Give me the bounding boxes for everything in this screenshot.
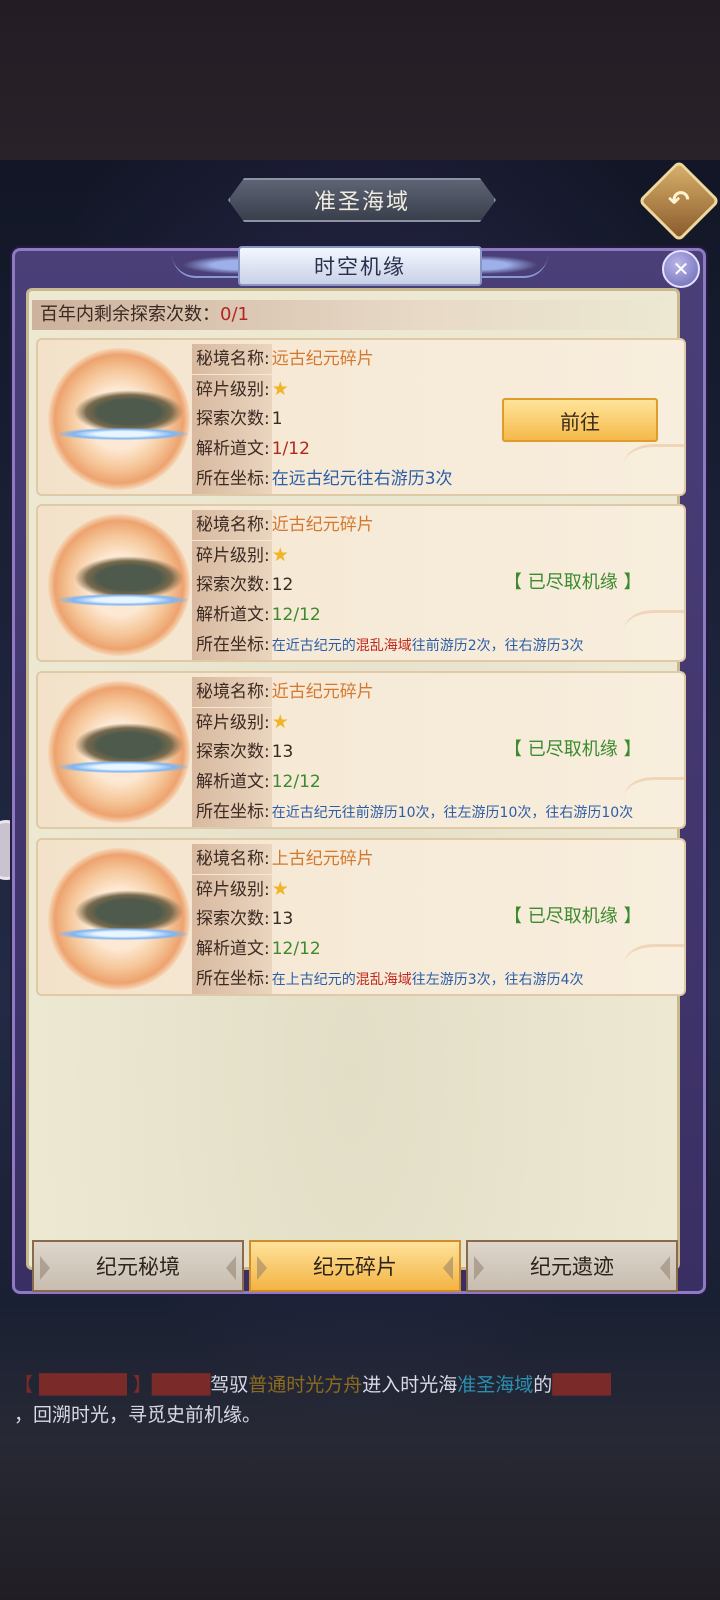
scene-title: 准圣海域 — [228, 178, 496, 222]
realm-name-label: 秘境名称: — [192, 344, 272, 374]
message-text: 驾驭 — [210, 1374, 249, 1396]
explore-count: 13 — [271, 742, 294, 762]
decode-progress: 12/12 — [271, 605, 321, 625]
decode-label: 解析道文: — [192, 934, 272, 964]
star-icon: ★ — [271, 878, 289, 900]
message-prefix: 【 ██████ 】████ — [14, 1374, 211, 1396]
exhausted-status: 【 已尽取机缘 】 — [504, 739, 642, 760]
coordinate-label: 所在坐标: — [192, 797, 272, 827]
message-text: ，回溯时光，寻觅史前机缘。 — [14, 1404, 262, 1426]
glow-icon — [58, 594, 188, 606]
coordinate-highlight: 混乱海域 — [355, 972, 412, 988]
exhausted-status: 【 已尽取机缘 】 — [504, 572, 642, 593]
explore-count-label: 探索次数: — [192, 570, 272, 600]
dialog-title: 时空机缘 — [238, 246, 482, 286]
explore-count: 13 — [271, 909, 294, 929]
fragment-level-label: 碎片级别: — [192, 375, 272, 405]
fragment-card: 秘境名称: 近古纪元碎片 碎片级别: ★ 探索次数: 12 解析道文: 12/12 所在… — [36, 504, 686, 662]
go-button[interactable]: 前往 — [502, 398, 658, 442]
star-icon: ★ — [271, 544, 289, 566]
coordinate-part: 往左游历3次，往右游历4次 — [411, 972, 584, 988]
star-icon: ★ — [271, 378, 289, 400]
decode-label: 解析道文: — [192, 434, 272, 464]
decode-progress: 12/12 — [271, 939, 321, 959]
decode-label: 解析道文: — [192, 767, 272, 797]
message-text: 进入时光海 — [362, 1374, 458, 1396]
decode-progress: 12/12 — [271, 772, 321, 792]
explore-count-label: 探索次数: — [192, 904, 272, 934]
coordinate-label: 所在坐标: — [192, 464, 272, 494]
coordinate-part: 在上古纪元的 — [271, 972, 356, 988]
system-message: 【 ██████ 】████驾驭普通时光方舟进入时光海准圣海域的████ ，回溯… — [14, 1370, 714, 1430]
back-arrow-icon: ↶ — [668, 185, 690, 216]
exhausted-status: 【 已尽取机缘 】 — [504, 906, 642, 927]
fragment-card: 秘境名称: 近古纪元碎片 碎片级别: ★ 探索次数: 13 解析道文: 12/12 所在… — [36, 671, 686, 829]
fragment-level-label: 碎片级别: — [192, 875, 272, 905]
realm-name: 近古纪元碎片 — [271, 515, 374, 535]
close-button[interactable]: ✕ — [662, 250, 700, 288]
scene-title-text: 准圣海域 — [313, 190, 410, 215]
fragment-card: 秘境名称: 远古纪元碎片 碎片级别: ★ 探索次数: 1 解析道文: 1/12 所在坐标… — [36, 338, 686, 496]
glow-icon — [58, 928, 188, 940]
explore-count-label: 探索次数: — [192, 737, 272, 767]
coordinate-label: 所在坐标: — [192, 964, 272, 994]
message-text: 的 — [533, 1374, 553, 1396]
fragment-level-label: 碎片级别: — [192, 541, 272, 571]
message-location: 准圣海域 — [457, 1374, 534, 1396]
realm-name: 上古纪元碎片 — [271, 849, 374, 869]
coordinate-part: 在近古纪元的 — [271, 638, 356, 654]
glow-icon — [58, 761, 188, 773]
message-vehicle: 普通时光方舟 — [248, 1374, 363, 1396]
explore-count-label: 探索次数: — [192, 404, 272, 434]
cloud-ornament-left-icon — [172, 254, 242, 278]
fragment-card: 秘境名称: 上古纪元碎片 碎片级别: ★ 探索次数: 13 解析道文: 12/12 所在… — [36, 838, 686, 996]
decode-progress: 1/12 — [271, 439, 310, 459]
star-icon: ★ — [271, 711, 289, 733]
tab-era-fragment[interactable]: 纪元碎片 — [249, 1240, 461, 1292]
coordinate-text: 在近古纪元往前游历10次，往左游历10次，往右游历10次 — [271, 805, 634, 821]
coordinate-text: 在远古纪元往右游历3次 — [271, 469, 453, 489]
realm-name-label: 秘境名称: — [192, 510, 272, 540]
realm-name-label: 秘境名称: — [192, 844, 272, 874]
coordinate-part: 往前游历2次，往右游历3次 — [411, 638, 584, 654]
explore-count: 1 — [271, 409, 283, 429]
message-sublocation: ████ — [552, 1374, 611, 1396]
realm-name-label: 秘境名称: — [192, 677, 272, 707]
coordinate-highlight: 混乱海域 — [355, 638, 412, 654]
remaining-explore-count: 百年内剩余探索次数：0/1 — [32, 300, 672, 330]
realm-name: 远古纪元碎片 — [271, 349, 374, 369]
coordinate-label: 所在坐标: — [192, 630, 272, 660]
glow-icon — [58, 428, 188, 440]
tab-era-realm[interactable]: 纪元秘境 — [32, 1240, 244, 1292]
explore-count: 12 — [271, 575, 294, 595]
realm-name: 近古纪元碎片 — [271, 682, 374, 702]
decode-label: 解析道文: — [192, 600, 272, 630]
tab-era-ruins[interactable]: 纪元遗迹 — [466, 1240, 678, 1292]
close-icon: ✕ — [672, 257, 690, 281]
fragment-level-label: 碎片级别: — [192, 708, 272, 738]
tab-bar: 纪元秘境 纪元碎片 纪元遗迹 — [32, 1240, 678, 1292]
game-screen: 准圣海域 ↶ 时空机缘 ✕ 百年内剩余探索次数：0/1 秘境名称: 远古纪元碎片 … — [0, 0, 720, 1600]
remaining-label: 百年内剩余探索次数： — [40, 304, 220, 325]
remaining-value: 0/1 — [220, 304, 249, 325]
